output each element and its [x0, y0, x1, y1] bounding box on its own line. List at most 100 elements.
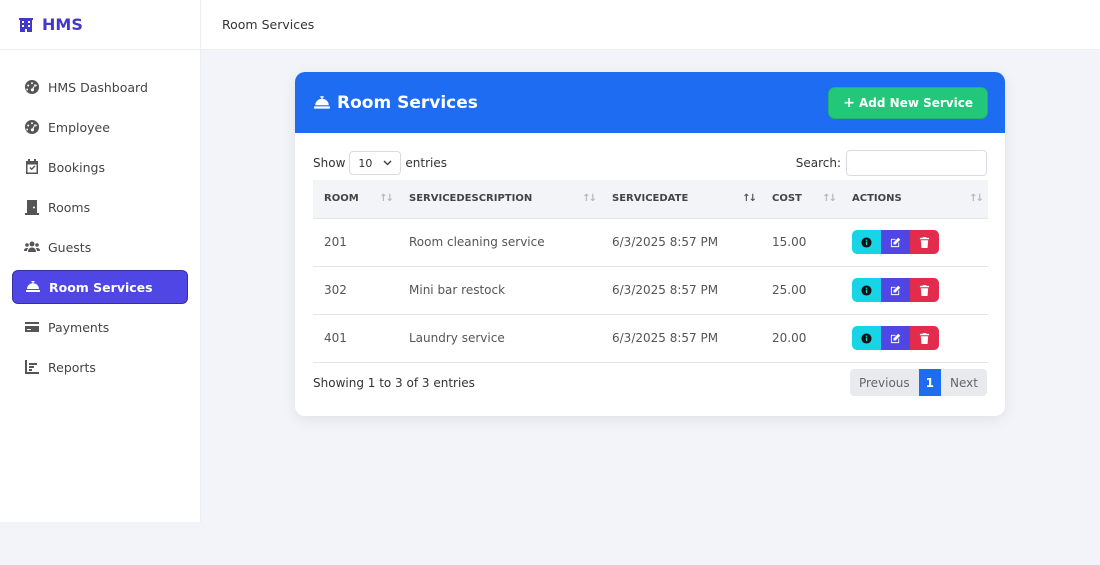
row-actions: [852, 326, 988, 350]
add-new-service-label: Add New Service: [859, 95, 973, 110]
sidebar-nav: HMS Dashboard Employee Bookings Rooms Gu…: [0, 50, 200, 384]
table-row: 201 Room cleaning service 6/3/2025 8:57 …: [313, 218, 988, 267]
sidebar-item-label: Rooms: [48, 199, 91, 215]
sidebar-item-bookings[interactable]: Bookings: [12, 150, 188, 184]
table-row: 401 Laundry service 6/3/2025 8:57 PM 20.…: [313, 314, 988, 363]
sidebar-item-label: Reports: [48, 359, 96, 375]
edit-button[interactable]: [881, 278, 910, 302]
column-header-room[interactable]: ROOM ↑↓: [313, 180, 398, 219]
cell-description: Room cleaning service: [398, 218, 601, 267]
sidebar-item-label: Employee: [48, 119, 110, 135]
column-header-label: SERVICEDATE: [612, 193, 689, 205]
table-controls: Show 10 entries Search:: [313, 150, 987, 176]
users-icon: [24, 241, 40, 252]
table-info: Showing 1 to 3 of 3 entries: [313, 375, 475, 390]
card-header: Room Services + Add New Service: [295, 72, 1005, 133]
chart-icon: [25, 360, 39, 374]
trash-icon: [919, 332, 930, 344]
details-button[interactable]: [852, 278, 881, 302]
trash-icon: [919, 284, 930, 296]
dashboard-icon: [25, 120, 39, 134]
info-icon: [861, 284, 872, 296]
page-1-button[interactable]: 1: [918, 369, 942, 396]
row-actions: [852, 278, 988, 302]
topbar: Room Services: [201, 0, 1100, 50]
plus-icon: +: [843, 94, 856, 111]
sidebar-item-reports[interactable]: Reports: [12, 350, 188, 384]
chevron-down-icon: [383, 160, 392, 166]
page-title-text: Room Services: [337, 92, 478, 113]
brand[interactable]: HMS: [0, 0, 200, 50]
delete-button[interactable]: [910, 326, 939, 350]
sidebar-item-room-services[interactable]: Room Services: [12, 270, 188, 304]
pagination: Previous 1 Next: [849, 369, 987, 396]
cell-cost: 20.00: [761, 314, 841, 363]
room-services-card: Room Services + Add New Service Show 10 …: [295, 72, 1005, 416]
door-icon: [25, 200, 39, 215]
cell-cost: 25.00: [761, 266, 841, 315]
cell-actions: [841, 218, 988, 267]
search-label: Search:: [795, 156, 841, 170]
edit-icon: [890, 333, 901, 343]
column-header-cost[interactable]: COST ↑↓: [761, 180, 841, 219]
sidebar: HMS HMS Dashboard Employee Bookings Room…: [0, 0, 201, 522]
sidebar-item-rooms[interactable]: Rooms: [12, 190, 188, 224]
entries-select-value: 10: [358, 156, 373, 170]
search-box: Search:: [796, 150, 987, 176]
sort-icon: ↑↓: [379, 193, 394, 204]
sidebar-item-guests[interactable]: Guests: [12, 230, 188, 264]
sort-icon: ↑↓: [582, 193, 597, 204]
cell-date: 6/3/2025 8:57 PM: [601, 218, 761, 267]
info-icon: [861, 236, 872, 248]
column-header-label: ACTIONS: [852, 193, 902, 205]
search-input[interactable]: [846, 150, 987, 176]
table-footer: Showing 1 to 3 of 3 entries Previous 1 N…: [313, 369, 987, 396]
cell-description: Laundry service: [398, 314, 601, 363]
sidebar-item-hms-dashboard[interactable]: HMS Dashboard: [12, 70, 188, 104]
column-header-servicedescription[interactable]: SERVICEDESCRIPTION ↑↓: [398, 180, 601, 219]
cell-room: 201: [313, 218, 398, 267]
previous-page-button[interactable]: Previous: [849, 369, 919, 396]
dashboard-icon: [25, 80, 39, 94]
edit-button[interactable]: [881, 326, 910, 350]
table-row: 302 Mini bar restock 6/3/2025 8:57 PM 25…: [313, 266, 988, 315]
entries-length: Show 10 entries: [313, 151, 447, 175]
edit-button[interactable]: [881, 230, 910, 254]
column-header-label: SERVICEDESCRIPTION: [409, 193, 533, 205]
details-button[interactable]: [852, 230, 881, 254]
sidebar-item-employee[interactable]: Employee: [12, 110, 188, 144]
entries-select[interactable]: 10: [349, 151, 402, 175]
sidebar-item-payments[interactable]: Payments: [12, 310, 188, 344]
brand-name: HMS: [42, 15, 83, 34]
delete-button[interactable]: [910, 278, 939, 302]
page-title: Room Services: [313, 93, 478, 113]
row-actions: [852, 230, 988, 254]
delete-button[interactable]: [910, 230, 939, 254]
sidebar-item-label: HMS Dashboard: [48, 79, 148, 95]
trash-icon: [919, 236, 930, 248]
cell-actions: [841, 314, 988, 363]
sort-icon: ↑↓: [822, 193, 837, 204]
cell-room: 401: [313, 314, 398, 363]
credit-card-icon: [25, 322, 39, 332]
bell-concierge-icon: [26, 281, 40, 292]
sidebar-item-label: Bookings: [48, 159, 105, 175]
details-button[interactable]: [852, 326, 881, 350]
cell-date: 6/3/2025 8:57 PM: [601, 266, 761, 315]
cell-cost: 15.00: [761, 218, 841, 267]
next-page-button[interactable]: Next: [941, 369, 987, 396]
sort-icon: ↑↓: [742, 193, 757, 204]
breadcrumb: Room Services: [222, 17, 315, 32]
sidebar-item-label: Payments: [48, 319, 110, 335]
cell-actions: [841, 266, 988, 315]
add-new-service-button[interactable]: + Add New Service: [828, 86, 988, 119]
sidebar-item-label: Room Services: [49, 279, 153, 295]
sort-icon: ↑↓: [969, 193, 984, 204]
column-header-label: COST: [772, 193, 802, 205]
column-header-servicedate[interactable]: SERVICEDATE ↑↓: [601, 180, 761, 219]
column-header-actions[interactable]: ACTIONS ↑↓: [841, 180, 988, 219]
cell-description: Mini bar restock: [398, 266, 601, 315]
cell-room: 302: [313, 266, 398, 315]
info-icon: [861, 332, 872, 344]
column-header-label: ROOM: [324, 193, 359, 205]
